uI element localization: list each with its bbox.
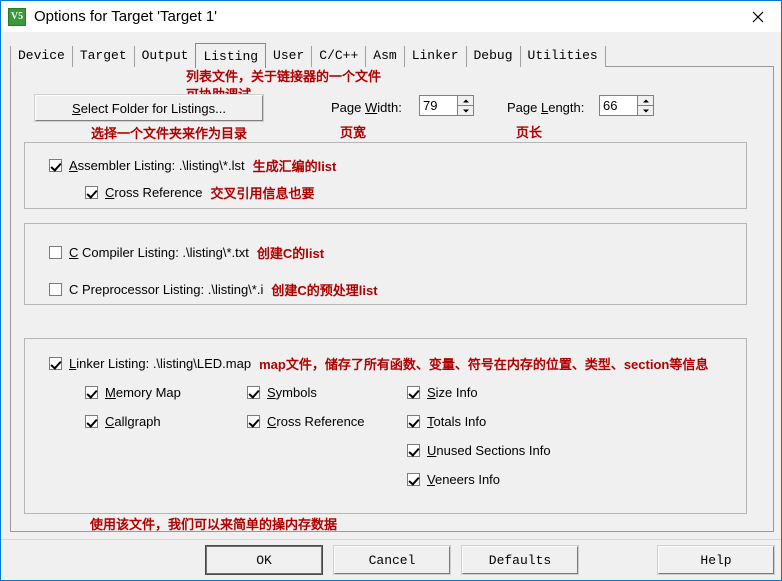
- page-width-input[interactable]: 79: [419, 95, 457, 116]
- linker-listing-group: Linker Listing: .\listing\LED.map map文件，…: [24, 338, 747, 532]
- tab-c-c-[interactable]: C/C++: [311, 46, 367, 67]
- page-width-stepper[interactable]: 79: [419, 95, 474, 116]
- assembler-cross-reference-checkbox[interactable]: [85, 186, 98, 199]
- tab-linker[interactable]: Linker: [403, 46, 467, 67]
- linker-option-symbols-label: Symbols: [267, 385, 317, 400]
- select-folder-label: Select Folder for Listings...: [72, 100, 226, 116]
- annotation-page-width: 页宽: [340, 125, 367, 140]
- linker-option-memory-map-label: Memory Map: [105, 385, 181, 400]
- linker-listing-label: Linker Listing: .\listing\LED.map: [69, 356, 252, 371]
- assembler-cross-reference-label: Cross Reference: [105, 185, 203, 200]
- cancel-button[interactable]: Cancel: [333, 545, 451, 575]
- close-icon: [752, 11, 764, 22]
- tab-asm[interactable]: Asm: [365, 46, 405, 67]
- page-length-spin-down[interactable]: [637, 105, 654, 116]
- options-dialog: V5 Options for Target 'Target 1' Device T…: [0, 0, 782, 581]
- linker-listing-checkbox[interactable]: [49, 357, 62, 370]
- tab-user[interactable]: User: [265, 46, 313, 67]
- linker-option-symbols-checkbox[interactable]: [247, 386, 260, 399]
- linker-option-totals-info-checkbox[interactable]: [407, 415, 420, 428]
- linker-option-unused-sections-info-row[interactable]: Unused Sections Info: [407, 443, 551, 458]
- linker-option-size-info-checkbox[interactable]: [407, 386, 420, 399]
- linker-option-unused-sections-info-checkbox[interactable]: [407, 444, 420, 457]
- app-icon-label: V5: [10, 10, 24, 22]
- tab-debug[interactable]: Debug: [465, 46, 521, 67]
- assembler-listing-label: Assembler Listing: .\listing\*.lst: [69, 158, 245, 173]
- annotation-linker: map文件，储存了所有函数、变量、符号在内存的位置、类型、section等信息: [259, 357, 709, 372]
- tab-listing[interactable]: Listing: [195, 43, 267, 68]
- linker-option-size-info-row[interactable]: Size Info: [407, 385, 478, 400]
- assembler-cross-reference-checkbox-row[interactable]: Cross Reference 交叉引用信息也要: [85, 183, 315, 202]
- c-compiler-listing-checkbox[interactable]: [49, 246, 62, 259]
- linker-option-callgraph-row[interactable]: Callgraph: [85, 414, 161, 429]
- c-compiler-listing-label: C Compiler Listing: .\listing\*.txt: [69, 245, 249, 260]
- linker-option-cross-reference-row[interactable]: Cross Reference: [247, 414, 365, 429]
- annotation-select-folder: 选择一个文件夹来作为目录: [91, 126, 248, 141]
- defaults-button[interactable]: Defaults: [461, 545, 579, 575]
- help-button[interactable]: Help: [657, 545, 775, 575]
- assembler-listing-group: Assembler Listing: .\listing\*.lst 生成汇编的…: [24, 142, 747, 209]
- annotation-page-length: 页长: [516, 125, 543, 140]
- c-preprocessor-listing-checkbox-row[interactable]: C Preprocessor Listing: .\listing\*.i 创建…: [49, 280, 378, 299]
- tab-device[interactable]: Device: [10, 46, 73, 67]
- assembler-listing-checkbox-row[interactable]: Assembler Listing: .\listing\*.lst 生成汇编的…: [49, 156, 336, 175]
- page-width-label: Page Width:: [331, 100, 402, 115]
- linker-option-symbols-row[interactable]: Symbols: [247, 385, 317, 400]
- tab-utilities[interactable]: Utilities: [519, 46, 606, 67]
- compiler-listing-group: C Compiler Listing: .\listing\*.txt 创建C的…: [24, 223, 747, 305]
- linker-option-veneers-info-row[interactable]: Veneers Info: [407, 472, 500, 487]
- tab-bar: Device Target Output Listing User C/C++ Asm Lin…: [10, 43, 606, 68]
- c-preprocessor-listing-checkbox[interactable]: [49, 283, 62, 296]
- title-bar: V5 Options for Target 'Target 1': [1, 1, 781, 33]
- page-width-spin-buttons[interactable]: [457, 95, 474, 116]
- linker-listing-checkbox-row[interactable]: Linker Listing: .\listing\LED.map map文件，…: [49, 354, 708, 373]
- page-length-input[interactable]: 66: [599, 95, 637, 116]
- annotation-linker-use: 使用该文件，我们可以来简单的操内存数据: [90, 517, 338, 532]
- linker-option-callgraph-checkbox[interactable]: [85, 415, 98, 428]
- page-width-spin-down[interactable]: [457, 105, 474, 116]
- linker-option-size-info-label: Size Info: [427, 385, 478, 400]
- linker-option-totals-info-label: Totals Info: [427, 414, 487, 429]
- page-length-spin-buttons[interactable]: [637, 95, 654, 116]
- page-length-label: Page Length:: [507, 100, 585, 115]
- annotation-assembler: 生成汇编的list: [252, 159, 337, 174]
- linker-option-memory-map-row[interactable]: Memory Map: [85, 385, 181, 400]
- tab-output[interactable]: Output: [133, 46, 197, 67]
- linker-option-unused-sections-info-label: Unused Sections Info: [427, 443, 551, 458]
- c-preprocessor-listing-label: C Preprocessor Listing: .\listing\*.i: [69, 282, 264, 297]
- listing-tab-panel: 列表文件，关于链接器的一个文件 可协助调试 Select Folder for …: [10, 66, 774, 532]
- linker-option-memory-map-checkbox[interactable]: [85, 386, 98, 399]
- assembler-listing-checkbox[interactable]: [49, 159, 62, 172]
- tab-target[interactable]: Target: [71, 46, 135, 67]
- page-width-spin-up[interactable]: [457, 95, 474, 105]
- linker-option-veneers-info-label: Veneers Info: [427, 472, 501, 487]
- keil-uvision-icon: V5: [8, 7, 26, 26]
- select-folder-for-listings-button[interactable]: Select Folder for Listings...: [34, 94, 264, 122]
- annotation-c-preprocessor: 创建C的预处理list: [271, 283, 378, 298]
- linker-option-cross-reference-checkbox[interactable]: [247, 415, 260, 428]
- window-title: Options for Target 'Target 1': [34, 8, 218, 25]
- annotation-top-line1: 列表文件，关于链接器的一个文件: [186, 69, 382, 84]
- linker-option-totals-info-row[interactable]: Totals Info: [407, 414, 486, 429]
- annotation-c-compiler: 创建C的list: [256, 246, 325, 261]
- page-length-stepper[interactable]: 66: [599, 95, 654, 116]
- ok-button[interactable]: OK: [205, 545, 323, 575]
- close-button[interactable]: [735, 1, 781, 32]
- dialog-button-bar: OK Cancel Defaults Help: [1, 539, 781, 580]
- linker-option-cross-reference-label: Cross Reference: [267, 414, 365, 429]
- annotation-cross-reference: 交叉引用信息也要: [210, 186, 315, 201]
- page-length-spin-up[interactable]: [637, 95, 654, 105]
- c-compiler-listing-checkbox-row[interactable]: C Compiler Listing: .\listing\*.txt 创建C的…: [49, 243, 324, 262]
- linker-option-veneers-info-checkbox[interactable]: [407, 473, 420, 486]
- linker-option-callgraph-label: Callgraph: [105, 414, 161, 429]
